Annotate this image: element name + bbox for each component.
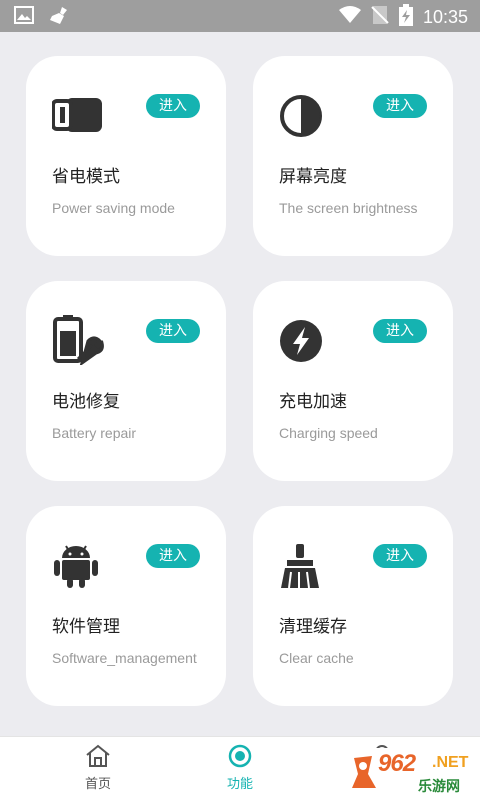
card-title: 省电模式 — [52, 167, 120, 187]
battery-charging-icon — [398, 4, 413, 30]
tab-features[interactable]: 功能 — [180, 737, 300, 800]
enter-button[interactable]: 进入 — [146, 319, 200, 343]
enter-button[interactable]: 进入 — [373, 94, 427, 118]
card-subtitle: Software_management — [52, 650, 197, 666]
target-icon — [227, 743, 253, 769]
broom-notification-icon — [48, 6, 70, 30]
card-power-saving[interactable]: 进入 省电模式 Power saving mode — [26, 56, 226, 256]
card-battery-repair[interactable]: 进入 电池修复 Battery repair — [26, 281, 226, 481]
card-charging-speed[interactable]: 进入 充电加速 Charging speed — [253, 281, 453, 481]
wifi-icon — [338, 6, 361, 28]
card-subtitle: Clear cache — [279, 650, 354, 666]
card-title: 充电加速 — [279, 392, 347, 412]
enter-button[interactable]: 进入 — [146, 94, 200, 118]
card-title: 电池修复 — [52, 392, 120, 412]
watermark-mascot-icon — [348, 754, 378, 790]
home-icon — [85, 743, 111, 769]
watermark-suffix: .NET — [432, 754, 469, 771]
card-clear-cache[interactable]: 进入 清理缓存 Clear cache — [253, 506, 453, 706]
tab-label: 首页 — [84, 777, 111, 792]
card-subtitle: Power saving mode — [52, 200, 175, 216]
card-subtitle: The screen brightness — [279, 200, 418, 216]
power-saving-icon — [51, 92, 104, 140]
tab-label: 功能 — [226, 777, 253, 792]
broom-icon — [279, 542, 331, 590]
tab-home[interactable]: 首页 — [38, 737, 158, 800]
status-time: 10:35 — [422, 6, 468, 27]
enter-button[interactable]: 进入 — [373, 319, 427, 343]
card-title: 软件管理 — [52, 617, 120, 637]
brightness-icon — [279, 92, 331, 140]
no-sim-icon — [371, 5, 389, 29]
status-bar: 10:35 — [0, 0, 480, 32]
enter-button[interactable]: 进入 — [146, 544, 200, 568]
card-title: 屏幕亮度 — [279, 167, 347, 187]
charging-bolt-icon — [279, 317, 331, 365]
card-title: 清理缓存 — [279, 617, 347, 637]
card-subtitle: Charging speed — [279, 425, 378, 441]
enter-button[interactable]: 进入 — [373, 544, 427, 568]
watermark-logo: 962 .NET 乐游网 — [344, 748, 476, 796]
watermark-number: 962 — [378, 750, 416, 777]
android-icon — [52, 542, 104, 590]
card-subtitle: Battery repair — [52, 425, 137, 441]
watermark-site-name: 乐游网 — [418, 779, 460, 795]
card-software-management[interactable]: 进入 软件管理 Software_management — [26, 506, 226, 706]
card-screen-brightness[interactable]: 进入 屏幕亮度 The screen brightness — [253, 56, 453, 256]
battery-repair-icon — [52, 315, 104, 367]
image-icon — [14, 6, 34, 30]
